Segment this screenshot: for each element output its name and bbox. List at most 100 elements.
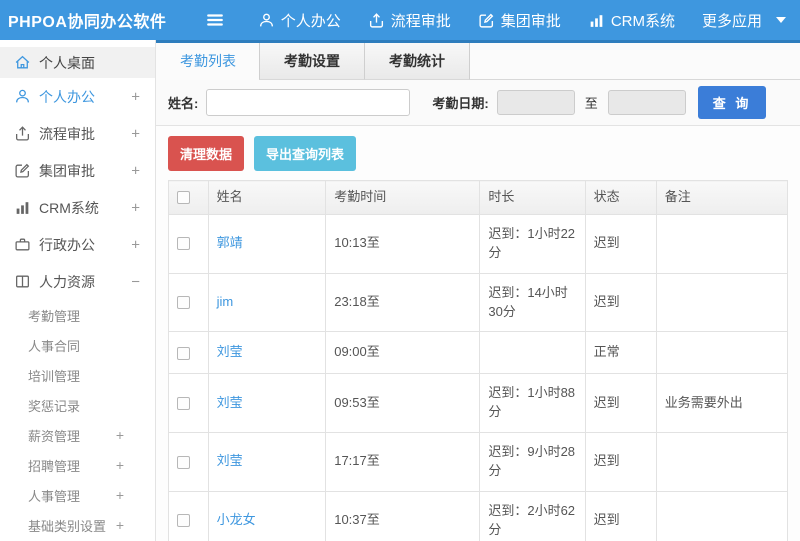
table-header-row: 姓名 考勤时间 时长 状态 备注: [168, 180, 789, 215]
export-list-button[interactable]: 导出查询列表: [254, 136, 357, 171]
cell-duration: 迟到：14小时30分: [479, 272, 586, 333]
sidebar-item-label: CRM系统: [39, 199, 99, 216]
edit-icon: [14, 162, 31, 179]
cell-status: 迟到: [584, 373, 657, 434]
sidebar-subitem[interactable]: 薪资管理 +: [0, 420, 155, 450]
name-input[interactable]: [206, 89, 411, 116]
tab[interactable]: 考勤设置: [259, 43, 365, 80]
duration-line: 迟到：1小时88分: [488, 385, 576, 420]
sidebar-item[interactable]: 个人办公 +: [0, 78, 155, 115]
expand-toggle-icon[interactable]: +: [116, 427, 124, 443]
sidebar-item[interactable]: 集团审批 +: [0, 152, 155, 189]
column-header: 考勤时间: [325, 180, 481, 215]
topnav-item[interactable]: 流程审批: [368, 10, 451, 31]
employee-name-link[interactable]: 刘莹: [217, 395, 243, 410]
row-checkbox-cell: [168, 214, 209, 274]
app-window: PHPOA协同办公软件 个人办公 流程审批 集团审批 CRM系统 更多应用 个人桌面 个…: [0, 0, 800, 541]
employee-name-link[interactable]: 郭靖: [217, 235, 243, 250]
app-logo: PHPOA协同办公软件: [8, 14, 167, 31]
table-row: 刘莹 09:53至 迟到：1小时88分 迟到 业务需要外出: [168, 373, 789, 434]
expand-toggle-icon[interactable]: +: [116, 457, 124, 473]
cell-status: 迟到: [584, 272, 657, 333]
collapse-toggle-icon[interactable]: −: [131, 273, 140, 290]
expand-toggle-icon[interactable]: +: [131, 162, 140, 179]
cell-note: [655, 331, 789, 375]
tab[interactable]: 考勤统计: [364, 43, 470, 80]
topnav-item-label: CRM系统: [610, 12, 675, 30]
sidebar-subitem-label: 奖惩记录: [28, 398, 81, 414]
topnav-item[interactable]: 个人办公: [258, 10, 341, 31]
row-checkbox[interactable]: [177, 514, 190, 528]
topnav-item[interactable]: 更多应用: [702, 10, 786, 31]
topnav-item[interactable]: 集团审批: [478, 10, 561, 31]
user-icon: [14, 88, 31, 105]
duration-line: 迟到：9小时28分: [488, 444, 576, 478]
search-filter-bar: 姓名: 考勤日期: 至 查 询: [156, 80, 800, 126]
cell-name: 刘莹: [207, 331, 327, 375]
query-button[interactable]: 查 询: [697, 86, 767, 119]
expand-toggle-icon[interactable]: +: [131, 199, 140, 216]
sidebar-item-label: 行政办公: [39, 236, 95, 253]
expand-toggle-icon[interactable]: +: [131, 125, 140, 142]
sidebar-item-label: 流程审批: [39, 125, 95, 142]
sidebar-item[interactable]: 人力资源 −: [0, 263, 155, 300]
sidebar-subitem-label: 考勤管理: [28, 308, 81, 324]
sidebar-item[interactable]: CRM系统 +: [0, 189, 155, 226]
sidebar-item-label: 集团审批: [39, 162, 95, 179]
topnav-item[interactable]: CRM系统: [588, 10, 675, 31]
employee-name-link[interactable]: 小龙女: [217, 512, 256, 527]
duration-line: 迟到：2小时62分: [488, 502, 576, 537]
sidebar-subitem[interactable]: 招聘管理 +: [0, 450, 155, 480]
sidebar-subitem[interactable]: 奖惩记录: [0, 390, 155, 420]
sidebar-subitem[interactable]: 考勤管理: [0, 300, 155, 330]
topnav-item-label: 个人办公: [280, 12, 341, 30]
table-row: 郭靖 10:13至 迟到：1小时22分 迟到: [168, 214, 789, 274]
date-to-input[interactable]: [607, 90, 686, 115]
row-checkbox[interactable]: [177, 346, 190, 360]
to-label: 至: [584, 96, 598, 111]
cell-name: 刘莹: [207, 432, 327, 492]
employee-name-link[interactable]: 刘莹: [217, 453, 243, 468]
expand-toggle-icon[interactable]: +: [116, 487, 124, 503]
name-label: 姓名:: [168, 96, 199, 111]
employee-name-link[interactable]: jim: [217, 294, 234, 309]
sidebar-subitem[interactable]: 基础类别设置 +: [0, 510, 155, 540]
top-menu: 个人办公 流程审批 集团审批 CRM系统 更多应用: [206, 10, 790, 31]
home-icon: [14, 54, 31, 71]
expand-toggle-icon[interactable]: +: [131, 88, 140, 105]
column-header: 时长: [479, 180, 586, 215]
cell-attendance-time: 17:17至: [325, 432, 481, 492]
row-checkbox[interactable]: [177, 296, 190, 310]
expand-toggle-icon[interactable]: +: [116, 517, 124, 533]
sidebar-subitem[interactable]: 人事管理 +: [0, 480, 155, 510]
tab[interactable]: 考勤列表: [156, 43, 260, 80]
expand-toggle-icon[interactable]: +: [131, 236, 140, 253]
chart-icon: [588, 12, 605, 29]
select-all-checkbox[interactable]: [177, 191, 190, 205]
cell-duration: 迟到：1小时88分: [479, 373, 586, 434]
sidebar-item-desktop[interactable]: 个人桌面: [0, 47, 155, 78]
sidebar-item[interactable]: 流程审批 +: [0, 115, 155, 152]
employee-name-link[interactable]: 刘莹: [217, 344, 243, 359]
cell-note: 业务需要外出: [655, 373, 789, 434]
tab-bar: 考勤列表 考勤设置 考勤统计: [156, 43, 800, 80]
sidebar-item-label: 个人办公: [39, 88, 95, 105]
sidebar-subitem[interactable]: 培训管理: [0, 360, 155, 390]
flow-icon: [368, 12, 385, 29]
edit-icon: [478, 12, 495, 29]
sidebar-item[interactable]: 行政办公 +: [0, 226, 155, 263]
topnav-items: 个人办公 流程审批 集团审批 CRM系统 更多应用: [258, 10, 790, 31]
attendance-table: 姓名 考勤时间 时长 状态 备注 郭靖 10:13至 迟到：1小时22分 迟到 jim 2…: [168, 180, 789, 541]
hamburger-menu-icon[interactable]: [206, 11, 224, 29]
row-checkbox-cell: [168, 331, 209, 375]
clean-data-button[interactable]: 清理数据: [168, 136, 245, 171]
date-from-input[interactable]: [496, 90, 575, 115]
date-label: 考勤日期:: [432, 96, 489, 111]
row-checkbox[interactable]: [177, 455, 190, 469]
attendance-table-container: 姓名 考勤时间 时长 状态 备注 郭靖 10:13至 迟到：1小时22分 迟到 jim 2…: [156, 180, 800, 541]
row-checkbox-cell: [168, 432, 209, 492]
sidebar-subitem[interactable]: 人事合同: [0, 330, 155, 360]
row-checkbox[interactable]: [177, 237, 190, 251]
row-checkbox-cell: [168, 272, 209, 333]
row-checkbox[interactable]: [177, 396, 190, 410]
